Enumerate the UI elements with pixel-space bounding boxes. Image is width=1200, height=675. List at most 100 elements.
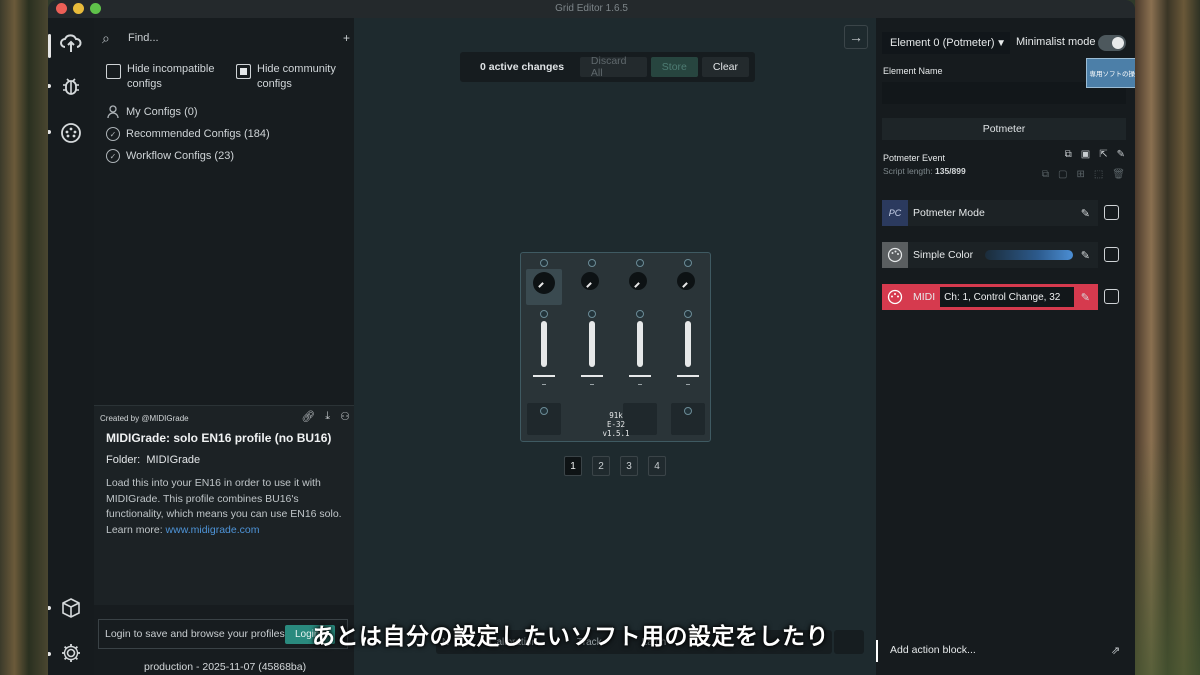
gear-icon[interactable] (56, 638, 86, 668)
login-bar: Login to save and browse your profiles L… (98, 619, 348, 649)
clear-button[interactable]: Clear (701, 57, 749, 77)
check-circle-icon: ✓ (106, 149, 120, 163)
page-1-button[interactable]: 1 (564, 456, 582, 476)
copy-block-icon[interactable]: ⧉ (1042, 169, 1049, 180)
fw-line: 91k (609, 411, 623, 420)
hide-incompatible-label: Hide incompatible configs (127, 63, 215, 90)
config-folder-my-configs[interactable]: My Configs (0) (106, 105, 198, 119)
fader-0[interactable] (541, 321, 547, 367)
triangle-down-icon: ▼ (996, 37, 1006, 49)
midi-summary-field[interactable]: Ch: 1, Control Change, 32 (940, 287, 1075, 307)
config-detail-card: Created by @MIDIGrade 🔗︎ ⤓ ⚇ MIDIGrade: … (94, 405, 354, 605)
pencil-icon[interactable]: ✎ (1081, 291, 1090, 304)
merge-icon[interactable]: ⊞ (1076, 169, 1084, 180)
config-folder-workflow[interactable]: ✓ Workflow Configs (23) (106, 149, 234, 163)
potmeter-knob-3[interactable] (677, 272, 695, 290)
config-description: Load this into your EN16 in order to use… (106, 476, 346, 538)
action-checkbox[interactable] (1104, 205, 1119, 220)
copy-icon[interactable]: ⧉ (1065, 149, 1072, 160)
bottom-toolbar-extra[interactable] (834, 630, 864, 654)
page-selector: 1 2 3 4 (564, 456, 666, 476)
config-folder-recommended[interactable]: ✓ Recommended Configs (184) (106, 127, 270, 141)
search-icon: ⌕ (102, 29, 110, 46)
add-action-block-button[interactable]: Add action block... (890, 644, 976, 656)
pencil-icon[interactable]: ✎ (1081, 207, 1090, 220)
arrow-right-icon[interactable]: → (844, 25, 868, 49)
script-length-value: 135/899 (935, 166, 966, 176)
action-label: Potmeter Mode (913, 207, 985, 219)
tooltip-overlay: 専用ソフトの操作方法 (1086, 58, 1135, 88)
share-icon[interactable]: ⚇ (340, 410, 350, 423)
external-link-icon[interactable]: ⇗ (1111, 644, 1120, 657)
hide-community-checkbox[interactable] (236, 64, 251, 79)
potmeter-knob-0[interactable] (533, 272, 555, 294)
fader-2[interactable] (637, 321, 643, 367)
login-prompt: Login to save and browse your profiles (105, 628, 285, 640)
close-window-button[interactable] (56, 3, 67, 14)
midigrade-link[interactable]: www.midigrade.com (166, 524, 260, 536)
video-subtitle: あとは自分の設定したいソフト用の設定をしたり (312, 624, 829, 650)
color-preview (985, 250, 1074, 260)
minimize-window-button[interactable] (73, 3, 84, 14)
config-search-input[interactable] (128, 32, 318, 44)
rail-dot (48, 130, 51, 134)
link-icon[interactable]: 🔗︎ (301, 410, 315, 423)
fader-tick (590, 384, 594, 385)
fader-tick (542, 384, 546, 385)
potmeter-knob-2[interactable] (629, 272, 647, 290)
fader-cap (629, 375, 651, 377)
hide-incompatible-toggle[interactable]: Hide incompatible configs (106, 62, 226, 92)
action-block-simple-color[interactable]: Simple Color ✎ (882, 242, 1098, 268)
action-block-midi[interactable]: MIDI Ch: 1, Control Change, 32 ✎ (882, 284, 1098, 310)
grid-module: 91k E-32 v1.5.1 (520, 252, 711, 442)
led (540, 259, 548, 267)
config-folder: Folder: MIDIGrade (106, 454, 200, 466)
trash-icon[interactable]: 🗑︎ (1112, 169, 1125, 180)
fader-1[interactable] (589, 321, 595, 367)
fw-line: v1.5.1 (602, 429, 630, 438)
check-circle-icon: ✓ (106, 127, 120, 141)
folder-value: MIDIGrade (146, 454, 201, 466)
active-indicator (48, 34, 51, 58)
config-folder-label: Workflow Configs (23) (126, 150, 234, 162)
bug-icon[interactable] (56, 72, 86, 102)
zoom-window-button[interactable] (90, 3, 101, 14)
event-label: Potmeter Event (883, 153, 946, 163)
duplicate-icon[interactable]: ▣ (1081, 149, 1090, 160)
select-icon[interactable]: ⬚ (1094, 169, 1103, 180)
config-folder-label: Recommended Configs (184) (126, 128, 270, 140)
page-3-button[interactable]: 3 (620, 456, 638, 476)
import-icon[interactable]: ⤓ (325, 410, 330, 423)
config-search: ⌕ + (102, 24, 350, 52)
palette-icon (882, 242, 908, 268)
package-icon[interactable] (56, 593, 86, 623)
page-2-button[interactable]: 2 (592, 456, 610, 476)
config-folder-label: My Configs (0) (126, 106, 198, 118)
hide-incompatible-checkbox[interactable] (106, 64, 121, 79)
export-icon[interactable]: ⇱ (1099, 149, 1107, 160)
action-block-potmeter-mode[interactable]: PC Potmeter Mode ✎ (882, 200, 1098, 226)
user-icon (106, 105, 120, 119)
page-4-button[interactable]: 4 (648, 456, 666, 476)
potmeter-knob-1[interactable] (581, 272, 599, 290)
action-checkbox[interactable] (1104, 289, 1119, 304)
paste-block-icon[interactable]: ▢ (1058, 169, 1067, 180)
hide-community-toggle[interactable]: Hide community configs (236, 62, 348, 92)
discard-all-button[interactable]: Discard All (579, 55, 647, 79)
add-config-button[interactable]: + (343, 31, 350, 45)
action-label: Simple Color (913, 249, 974, 261)
led (588, 310, 596, 318)
minimalist-mode-toggle[interactable] (1098, 35, 1126, 51)
tab-potmeter[interactable]: Potmeter (882, 118, 1126, 140)
cloud-upload-icon[interactable] (56, 28, 86, 58)
action-checkbox[interactable] (1104, 247, 1119, 262)
brush-icon[interactable]: ✎ (1117, 149, 1125, 160)
midi-port-icon[interactable] (56, 118, 86, 148)
element-select-value: Element 0 (Potmeter) (890, 37, 995, 49)
fader-3[interactable] (685, 321, 691, 367)
folder-label: Folder: (106, 454, 141, 466)
pencil-icon[interactable]: ✎ (1081, 249, 1090, 262)
store-button[interactable]: Store (650, 57, 698, 77)
midi-icon (882, 284, 908, 310)
element-select[interactable]: Element 0 (Potmeter) ▼ (882, 32, 1010, 54)
